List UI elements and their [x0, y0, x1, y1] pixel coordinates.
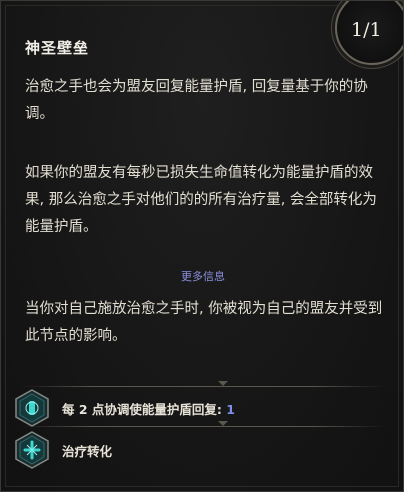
node-label-shield-regen: 每 2 点协调使能量护盾回复:: [62, 402, 227, 417]
rank-counter-text: 1/1: [351, 19, 382, 41]
description-paragraph-2: 如果你的盟友有每秒已损失生命值转化为能量护盾的效果, 那么治愈之手对他们的的所有…: [25, 165, 377, 235]
skill-tooltip: 神圣壁垒 1/1 治愈之手也会为盟友回复能量护盾, 回复量基于你的协调。 如果你…: [0, 0, 404, 492]
section-divider-2: [21, 421, 385, 427]
shield-rune-icon: [15, 389, 49, 427]
node-row-heal-conversion[interactable]: 治疗转化: [15, 431, 391, 471]
tooltip-title: 神圣壁垒: [25, 39, 90, 57]
rank-counter-badge: 1/1: [335, 1, 403, 65]
more-info-link[interactable]: 更多信息: [1, 268, 403, 284]
node-label-heal-conversion: 治疗转化: [62, 444, 113, 459]
node-row-shield-regen[interactable]: 每 2 点协调使能量护盾回复: 1: [15, 389, 391, 429]
cross-rune-icon: [15, 431, 49, 469]
description-paragraph-3: 当你对自己施放治愈之手时, 你被视为自己的盟友并受到此节点的影响。: [25, 301, 383, 344]
section-divider: [21, 381, 385, 387]
description-paragraph-1: 治愈之手也会为盟友回复能量护盾, 回复量基于你的协调。: [25, 79, 368, 122]
node-value-shield-regen: 1: [226, 402, 235, 417]
